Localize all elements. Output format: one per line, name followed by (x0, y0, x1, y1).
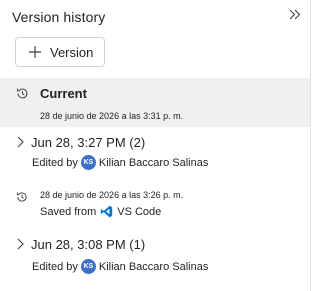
current-version-date: 28 de junio de 2026 a las 3:31 p. m. (40, 111, 184, 121)
version-group[interactable]: Jun 28, 3:27 PM (2) Edited by KS Kilian … (0, 130, 310, 180)
history-icon (16, 88, 28, 99)
version-group[interactable]: Jun 28, 3:08 PM (1) Edited by KS Kilian … (0, 235, 310, 285)
add-version-button[interactable]: Version (15, 37, 105, 67)
saved-from-label: Saved from (40, 205, 97, 218)
version-entry[interactable]: 28 de junio de 2026 a las 3:26 p. m. Sav… (0, 186, 310, 224)
current-version-item[interactable]: Current 28 de junio de 2026 a las 3:31 p… (0, 78, 310, 127)
chevron-right-icon (17, 238, 24, 250)
author-name: Kilian Baccaro Salinas (98, 156, 209, 169)
panel-title: Version history (12, 9, 106, 25)
avatar: KS (80, 155, 96, 170)
edited-by-line: Edited by KS Kilian Baccaro Salinas (32, 259, 208, 274)
saved-from-line: Saved from VS Code (40, 205, 161, 218)
version-entry-date: 28 de junio de 2026 a las 3:26 p. m. (40, 190, 184, 200)
app-name: VS Code (117, 205, 162, 218)
plus-icon (29, 46, 41, 58)
add-version-label: Version (50, 44, 94, 60)
current-version-title: Current (40, 86, 87, 101)
edited-by-line: Edited by KS Kilian Baccaro Salinas (32, 155, 208, 170)
double-chevron-right-icon (289, 9, 301, 19)
version-group-title: Jun 28, 3:08 PM (1) (31, 237, 146, 252)
version-group-title: Jun 28, 3:27 PM (2) (31, 135, 146, 150)
history-icon (16, 192, 27, 202)
edited-by-label: Edited by (32, 156, 78, 169)
edited-by-label: Edited by (32, 260, 78, 273)
panel-header: Version history (0, 0, 311, 34)
vscode-icon (101, 205, 113, 218)
avatar: KS (80, 259, 96, 274)
version-history-panel: Version history Version Current 28 de ju… (0, 0, 311, 291)
chevron-right-icon (17, 136, 24, 148)
author-name: Kilian Baccaro Salinas (98, 260, 209, 273)
collapse-panel-button[interactable] (287, 6, 303, 22)
